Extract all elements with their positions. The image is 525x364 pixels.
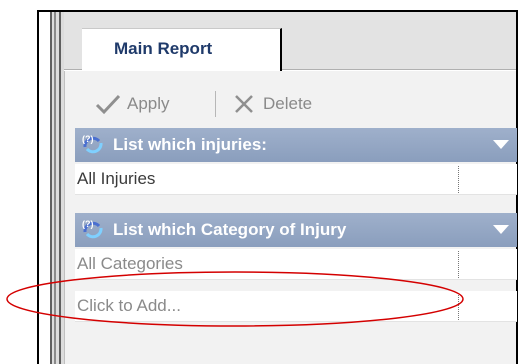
checkmark-icon — [95, 94, 121, 115]
refresh-question-icon: (?) — [82, 219, 103, 239]
click-to-add-text: Click to Add... — [77, 296, 181, 315]
list-item[interactable]: All Injuries — [75, 164, 517, 195]
delete-button[interactable]: Delete — [233, 91, 312, 117]
column-divider — [458, 166, 459, 193]
tab-main-report[interactable]: Main Report — [82, 28, 282, 71]
refresh-question-icon: (?) — [82, 134, 103, 154]
list-item[interactable]: All Categories — [75, 249, 517, 280]
column-divider — [458, 251, 459, 278]
column-divider — [458, 293, 459, 320]
delete-x-icon — [235, 95, 253, 113]
list-item-text: All Categories — [77, 254, 183, 273]
section-header-category[interactable]: (?) List which Category of Injury — [75, 213, 517, 247]
tab-label: Main Report — [114, 39, 213, 58]
list-item-text: All Injuries — [77, 169, 156, 188]
apply-button[interactable]: Apply — [95, 91, 170, 117]
section-title: List which injuries: — [113, 135, 267, 154]
toolbar-divider — [215, 91, 216, 117]
dropdown-arrow-icon[interactable] — [493, 140, 509, 149]
svg-text:(?): (?) — [82, 134, 94, 144]
svg-text:(?): (?) — [82, 219, 94, 229]
report-panel: Apply Delete (?) List which injuries: Al… — [64, 71, 517, 364]
delete-label: Delete — [263, 94, 313, 113]
apply-label: Apply — [127, 94, 170, 113]
tab-strip: Main Report — [64, 12, 516, 71]
dropdown-arrow-icon[interactable] — [493, 225, 509, 234]
toolbar: Apply Delete — [65, 85, 517, 123]
section-title: List which Category of Injury — [113, 220, 347, 239]
panel-splitter[interactable] — [50, 12, 64, 364]
click-to-add-row[interactable]: Click to Add... — [75, 291, 517, 322]
section-header-injuries[interactable]: (?) List which injuries: — [75, 128, 517, 162]
